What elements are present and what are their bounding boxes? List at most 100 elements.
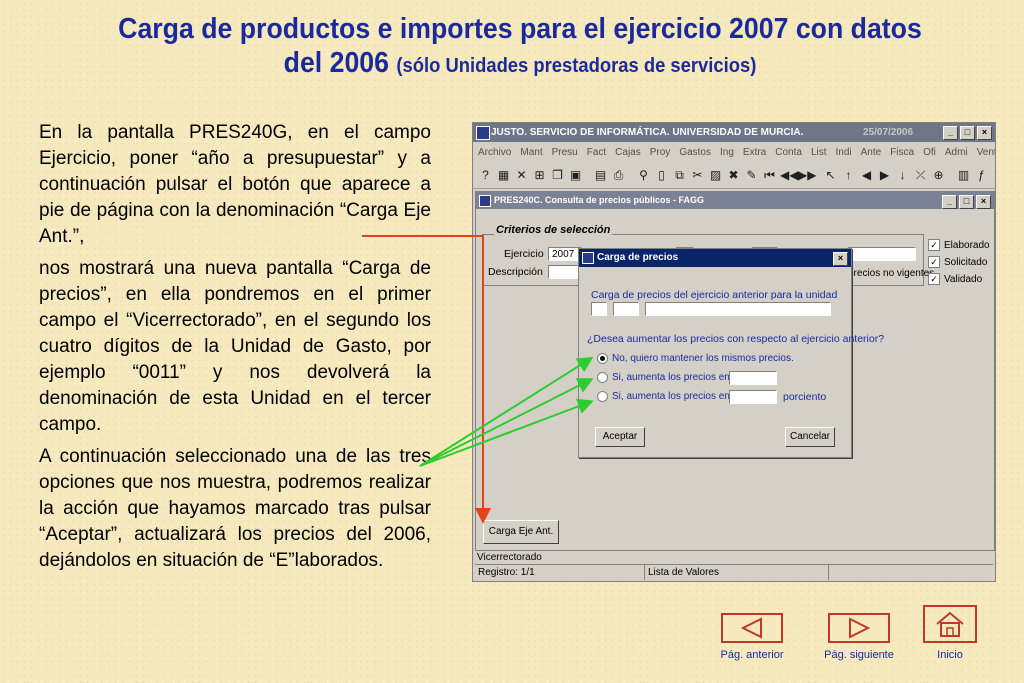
help-icon[interactable]: ? bbox=[478, 168, 493, 183]
menu-ing[interactable]: Ing bbox=[720, 147, 734, 158]
menu-admi[interactable]: Admi bbox=[945, 147, 968, 158]
check-solicitado[interactable]: ✓ Solicitado bbox=[928, 256, 987, 268]
prev-record-icon[interactable]: ◀ bbox=[859, 168, 874, 183]
prev-page-button[interactable] bbox=[721, 613, 783, 643]
close-button[interactable]: × bbox=[977, 126, 992, 140]
check-elaborado[interactable]: ✓ Elaborado bbox=[928, 239, 990, 251]
up-icon[interactable]: ↑ bbox=[841, 168, 856, 183]
cancelar-button[interactable]: Cancelar bbox=[785, 427, 835, 447]
aumento-importe-input[interactable] bbox=[729, 371, 777, 385]
criteria-label: Criterios de selección bbox=[494, 224, 613, 236]
home-button[interactable] bbox=[923, 605, 977, 643]
grid-icon[interactable]: ▦ bbox=[496, 168, 511, 183]
inner-title-text: PRES240C. Consulta de precios públicos -… bbox=[494, 195, 705, 205]
copy-icon[interactable]: ❐ bbox=[550, 168, 565, 183]
menu-archivo[interactable]: Archivo bbox=[478, 147, 511, 158]
unidad-input[interactable] bbox=[613, 302, 639, 316]
dialog-question: ¿Desea aumentar los precios con respecto… bbox=[587, 333, 885, 345]
down-icon[interactable]: ↓ bbox=[895, 168, 910, 183]
menu-ofi[interactable]: Ofi bbox=[923, 147, 936, 158]
zoom-icon[interactable]: ⊕ bbox=[931, 168, 946, 183]
menu-conta[interactable]: Conta bbox=[775, 147, 802, 158]
edit-icon[interactable]: ✎ bbox=[744, 168, 759, 183]
no-vigentes-label: precios no vigentes bbox=[848, 268, 935, 279]
slide-title: Carga de productos e importes para el ej… bbox=[97, 12, 943, 83]
option-aumentar[interactable]: Si, aumenta los precios en bbox=[597, 372, 730, 383]
ejercicio-label: Ejercicio bbox=[504, 248, 544, 260]
option-mantener-label: No, quiero mantener los mismos precios. bbox=[612, 353, 794, 364]
paragraph-2: nos mostrará una nueva pantalla “Carga d… bbox=[39, 258, 431, 435]
ejercicio-input[interactable]: 2007 bbox=[548, 247, 582, 261]
menu-list[interactable]: List bbox=[811, 147, 827, 158]
menu-fisca[interactable]: Fisca bbox=[890, 147, 914, 158]
next-set-icon[interactable]: ▶▶ bbox=[798, 168, 816, 183]
carga-eje-ant-button[interactable]: Carga Eje Ant. bbox=[483, 520, 559, 544]
aceptar-button[interactable]: Aceptar bbox=[595, 427, 645, 447]
nav-next[interactable]: Pág. siguiente bbox=[814, 613, 904, 661]
inner-maximize-button[interactable]: □ bbox=[959, 195, 974, 209]
porciento-label: porciento bbox=[783, 391, 827, 403]
first-record-icon[interactable]: ⏮ bbox=[762, 168, 777, 183]
nav-home[interactable]: Inicio bbox=[922, 605, 978, 661]
tool-icon[interactable]: ⤫ bbox=[913, 168, 928, 183]
vicerrectorado-input[interactable] bbox=[591, 302, 607, 316]
check-validado-label: Validado bbox=[944, 273, 983, 285]
dialog-close-button[interactable]: × bbox=[833, 252, 848, 266]
menu-mant[interactable]: Mant bbox=[520, 147, 542, 158]
menu-presu[interactable]: Presu bbox=[552, 147, 578, 158]
menu-ante[interactable]: Ante bbox=[861, 147, 882, 158]
option-mantener[interactable]: No, quiero mantener los mismos precios. bbox=[597, 353, 794, 364]
inner-minimize-button[interactable]: _ bbox=[942, 195, 957, 209]
menu-ventana[interactable]: Ventana bbox=[977, 147, 995, 158]
menu-indi[interactable]: Indi bbox=[836, 147, 852, 158]
menu-fact[interactable]: Fact bbox=[587, 147, 606, 158]
menu-cajas[interactable]: Cajas bbox=[615, 147, 641, 158]
check-elaborado-box[interactable]: ✓ bbox=[928, 239, 940, 251]
inner-close-button[interactable]: × bbox=[976, 195, 991, 209]
remove-icon[interactable]: ✖ bbox=[726, 168, 741, 183]
report-icon[interactable]: ▥ bbox=[956, 168, 971, 183]
duplicate-icon[interactable]: ⧉ bbox=[672, 168, 687, 183]
print-icon[interactable]: ⎙ bbox=[611, 168, 626, 183]
option-mantener-radio[interactable] bbox=[597, 353, 608, 364]
cut-icon[interactable]: ✂ bbox=[690, 168, 705, 183]
minimize-button[interactable]: _ bbox=[943, 126, 958, 140]
maximize-button[interactable]: □ bbox=[960, 126, 975, 140]
next-page-button[interactable] bbox=[828, 613, 890, 643]
option-porcentaje-radio[interactable] bbox=[597, 391, 608, 402]
check-solicitado-box[interactable]: ✓ bbox=[928, 256, 940, 268]
function-icon[interactable]: ƒ bbox=[974, 168, 989, 183]
status-record: Registro: 1/1 bbox=[475, 565, 645, 580]
check-validado[interactable]: ✓ Validado bbox=[928, 273, 982, 285]
nav-prev[interactable]: Pág. anterior bbox=[712, 613, 792, 661]
descripcion-input[interactable] bbox=[548, 265, 582, 279]
menu-gastos[interactable]: Gastos bbox=[679, 147, 711, 158]
option-porcentaje[interactable]: Si, aumenta los precios en un bbox=[597, 391, 744, 402]
delete-icon[interactable]: ✕ bbox=[514, 168, 529, 183]
check-validado-box[interactable]: ✓ bbox=[928, 273, 940, 285]
save-icon[interactable]: ▣ bbox=[568, 168, 583, 183]
status-bar: Registro: 1/1 Lista de Valores bbox=[475, 564, 993, 580]
next-record-icon[interactable]: ▶ bbox=[877, 168, 892, 183]
dialog-icon bbox=[582, 252, 594, 264]
paste-icon[interactable]: ▨ bbox=[708, 168, 723, 183]
field-small-3[interactable] bbox=[848, 247, 916, 261]
inner-titlebar: PRES240C. Consulta de precios públicos -… bbox=[476, 192, 994, 209]
denominacion-input[interactable] bbox=[645, 302, 831, 316]
pin-icon[interactable]: ⚲ bbox=[636, 168, 651, 183]
prev-set-icon[interactable]: ◀◀ bbox=[780, 168, 798, 183]
home-icon bbox=[936, 611, 964, 637]
option-aumentar-radio[interactable] bbox=[597, 372, 608, 383]
app-titlebar: JUSTO. SERVICIO DE INFORMÁTICA. UNIVERSI… bbox=[473, 123, 995, 142]
descripcion-label: Descripción bbox=[488, 266, 543, 278]
query-icon[interactable]: ⊞ bbox=[532, 168, 547, 183]
select-icon[interactable]: ↖ bbox=[823, 168, 838, 183]
document-icon[interactable]: ▤ bbox=[593, 168, 608, 183]
menu-extra[interactable]: Extra bbox=[743, 147, 766, 158]
porcentaje-input[interactable] bbox=[729, 390, 777, 404]
menu-proy[interactable]: Proy bbox=[650, 147, 671, 158]
nav-next-label: Pág. siguiente bbox=[824, 649, 894, 661]
dialog-heading: Carga de precios del ejercicio anterior … bbox=[591, 289, 838, 301]
nav-home-label: Inicio bbox=[937, 649, 963, 661]
page-icon[interactable]: ▯ bbox=[654, 168, 669, 183]
